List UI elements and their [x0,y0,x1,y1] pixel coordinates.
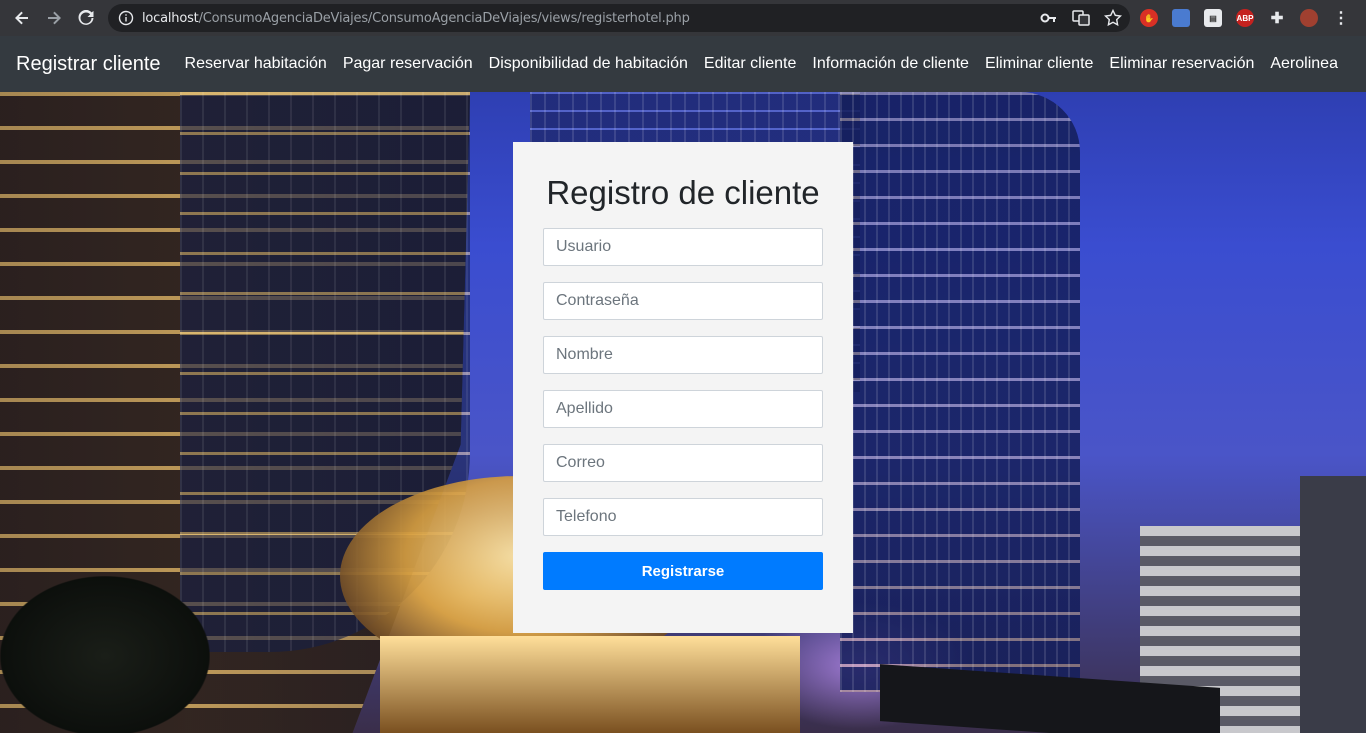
screen-extension-icon[interactable] [1172,9,1190,27]
forward-icon[interactable] [38,0,70,36]
address-bar[interactable]: localhost/ConsumoAgenciaDeViajes/Consumo… [108,4,1130,32]
stop-extension-icon[interactable]: ✋ [1140,9,1158,27]
profile-avatar-icon[interactable] [1300,9,1318,27]
nav-link-eliminar-reservacion[interactable]: Eliminar reservación [1109,55,1254,73]
nav-link-pagar-reservacion[interactable]: Pagar reservación [343,55,473,73]
bookmark-star-icon[interactable] [1104,9,1122,27]
site-navbar: Registrar cliente Reservar habitación Pa… [0,36,1366,92]
key-icon[interactable] [1040,9,1058,27]
registrarse-button[interactable]: Registrarse [543,552,823,590]
puzzle-extensions-icon[interactable]: ✚ [1268,9,1286,27]
tree [0,576,210,733]
nav-link-editar-cliente[interactable]: Editar cliente [704,55,797,73]
nav-link-aerolinea[interactable]: Aerolinea [1270,55,1338,73]
back-icon[interactable] [6,0,38,36]
site-info-icon[interactable] [118,10,134,26]
nombre-input[interactable] [543,336,823,374]
nav-link-eliminar-cliente[interactable]: Eliminar cliente [985,55,1093,73]
translate-icon[interactable] [1072,9,1090,27]
nav-link-reservar-habitacion[interactable]: Reservar habitación [185,55,327,73]
tower-right [840,92,1080,692]
nav-link-informacion-cliente[interactable]: Información de cliente [812,55,969,73]
usuario-input[interactable] [543,228,823,266]
lobby [380,636,800,733]
reload-icon[interactable] [70,0,102,36]
form-title: Registro de cliente [546,174,820,211]
nav-link-disponibilidad[interactable]: Disponibilidad de habitación [489,55,688,73]
url-text: localhost/ConsumoAgenciaDeViajes/Consumo… [142,10,690,26]
page-extension-icon[interactable]: ▤ [1204,9,1222,27]
contrasena-input[interactable] [543,282,823,320]
building-far-edge [1300,476,1366,733]
register-card: Registro de cliente Registrarse [513,142,853,633]
apellido-input[interactable] [543,390,823,428]
telefono-input[interactable] [543,498,823,536]
nav-links: Reservar habitación Pagar reservación Di… [185,55,1354,73]
adblock-plus-icon[interactable]: ABP [1236,9,1254,27]
navbar-brand[interactable]: Registrar cliente [16,53,161,76]
browser-toolbar: localhost/ConsumoAgenciaDeViajes/Consumo… [0,0,1366,36]
kebab-menu-icon[interactable]: ⋮ [1332,9,1350,27]
correo-input[interactable] [543,444,823,482]
